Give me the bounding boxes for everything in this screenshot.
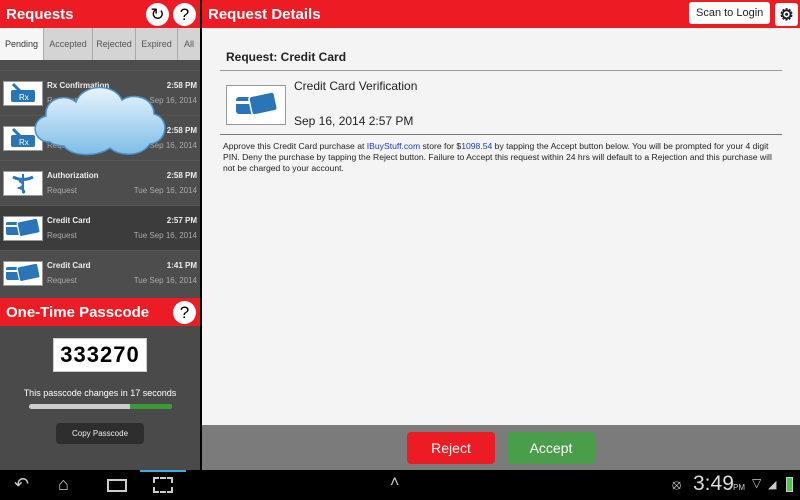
item-meta: 1:41 PM Tue Sep 16, 2014 xyxy=(134,261,197,285)
item-date: Tue Sep 16, 2014 xyxy=(133,276,197,285)
back-icon[interactable]: ↶ xyxy=(14,474,29,495)
accept-button[interactable]: Accept xyxy=(507,431,595,464)
passcode: 333270 xyxy=(53,338,147,372)
tab-expired[interactable]: Expired xyxy=(136,28,178,60)
wifi-icon: ▽ xyxy=(752,476,762,490)
item-title: Credit Card xyxy=(47,216,91,225)
tab-all[interactable]: All xyxy=(178,28,200,60)
action-bar: Reject Accept xyxy=(202,425,800,470)
help-icon: ? xyxy=(179,302,190,322)
reject-button[interactable]: Reject xyxy=(407,431,495,464)
tab-accepted[interactable]: Accepted xyxy=(44,28,93,60)
item-meta: 2:57 PM Tue Sep 16, 2014 xyxy=(134,216,197,240)
details-title: Request Details xyxy=(208,5,321,23)
svg-text:Rx: Rx xyxy=(19,93,29,102)
otp-header: One-Time Passcode ? xyxy=(0,298,200,326)
requests-panel: Requests ↻ ? Pending Accepted Rejected E… xyxy=(0,0,200,470)
clock-ampm: PM xyxy=(733,483,745,492)
request-description: Approve this Credit Card purchase at IBu… xyxy=(220,135,782,180)
caduceus-icon xyxy=(3,170,43,196)
help-button[interactable]: ? xyxy=(173,3,196,26)
gear-icon: ⚙ xyxy=(779,6,794,24)
requests-header: Requests ↻ ? xyxy=(0,0,200,28)
request-datetime: Sep 16, 2014 2:57 PM xyxy=(294,114,414,128)
clock: 3:49 xyxy=(693,472,734,495)
tab-pending[interactable]: Pending xyxy=(0,28,44,60)
passcode-message: This passcode changes in 17 seconds xyxy=(23,388,177,398)
otp-help-button[interactable]: ? xyxy=(173,301,196,324)
item-meta: 2:58 PM Tue Sep 16, 2014 xyxy=(134,171,197,195)
sync-icon: ⦻ xyxy=(672,476,682,492)
active-indicator xyxy=(140,470,186,472)
credit-card-icon xyxy=(3,260,43,286)
item-date: Tue Sep 16, 2014 xyxy=(133,231,197,240)
item-subtitle: Request xyxy=(47,186,77,195)
item-time: 1:41 PM xyxy=(166,261,197,270)
battery-icon xyxy=(786,477,793,492)
otp-title: One-Time Passcode xyxy=(6,303,150,321)
store-link[interactable]: IBuyStuff.com xyxy=(367,141,420,151)
credit-card-icon xyxy=(226,85,286,125)
request-detail: Request: Credit Card Credit Card Verific… xyxy=(202,28,800,425)
item-title: Credit Card xyxy=(47,261,91,270)
item-title: Authorization xyxy=(47,171,99,180)
request-heading: Request: Credit Card xyxy=(220,28,782,71)
request-list-item[interactable]: Credit Card Request 2:57 PM Tue Sep 16, 20… xyxy=(0,205,200,250)
item-time: 2:57 PM xyxy=(166,216,197,225)
request-list-item[interactable]: Credit Card Request 1:41 PM Tue Sep 16, 20… xyxy=(0,250,200,295)
item-subtitle: Request xyxy=(47,231,77,240)
passcode-progress-fill xyxy=(130,404,172,409)
details-panel: Request Details Scan to Login ⚙ Request:… xyxy=(202,0,800,470)
svg-text:Rx: Rx xyxy=(19,138,29,147)
requests-title: Requests xyxy=(6,5,74,23)
screenshot-icon[interactable] xyxy=(153,477,173,493)
item-text: Credit Card Request xyxy=(47,261,134,285)
passcode-progress xyxy=(28,404,172,409)
copy-passcode-button[interactable]: Copy Passcode xyxy=(55,423,145,444)
item-time: 2:58 PM xyxy=(166,171,197,180)
status-tabs: Pending Accepted Rejected Expired All xyxy=(0,28,200,60)
item-date: Tue Sep 16, 2014 xyxy=(133,186,197,195)
refresh-icon: ↻ xyxy=(150,4,165,24)
credit-card-icon xyxy=(3,215,43,241)
refresh-button[interactable]: ↻ xyxy=(146,3,169,26)
tab-rejected[interactable]: Rejected xyxy=(93,28,136,60)
recent-apps-icon[interactable] xyxy=(107,479,127,492)
item-text: Authorization Request xyxy=(47,171,134,195)
request-name: Credit Card Verification xyxy=(294,79,418,93)
signal-icon: ◢ xyxy=(768,479,777,491)
item-subtitle: Request xyxy=(47,276,77,285)
details-header: Request Details Scan to Login ⚙ xyxy=(202,0,800,28)
desc-text: store for $ xyxy=(420,141,462,151)
desc-text: Approve this Credit Card purchase at xyxy=(223,141,367,151)
item-text: Credit Card Request xyxy=(47,216,134,240)
otp-panel: 333270 This passcode changes in 17 secon… xyxy=(0,326,200,470)
scan-to-login-button[interactable]: Scan to Login xyxy=(689,2,771,24)
settings-button[interactable]: ⚙ xyxy=(775,3,798,26)
request-summary: Credit Card Verification Sep 16, 2014 2:… xyxy=(220,71,782,135)
chevron-up-icon[interactable]: ˄ xyxy=(390,474,399,492)
help-icon: ? xyxy=(179,4,190,24)
request-list-item[interactable]: Authorization Request 2:58 PM Tue Sep 16, … xyxy=(0,160,200,205)
system-nav-bar: ↶ ⌂ ˄ ⦻ 3:49 PM ▽ ◢ xyxy=(0,470,800,500)
cloud-icon xyxy=(34,86,166,156)
home-icon[interactable]: ⌂ xyxy=(58,474,69,495)
amount-link[interactable]: 1098.54 xyxy=(461,141,492,151)
